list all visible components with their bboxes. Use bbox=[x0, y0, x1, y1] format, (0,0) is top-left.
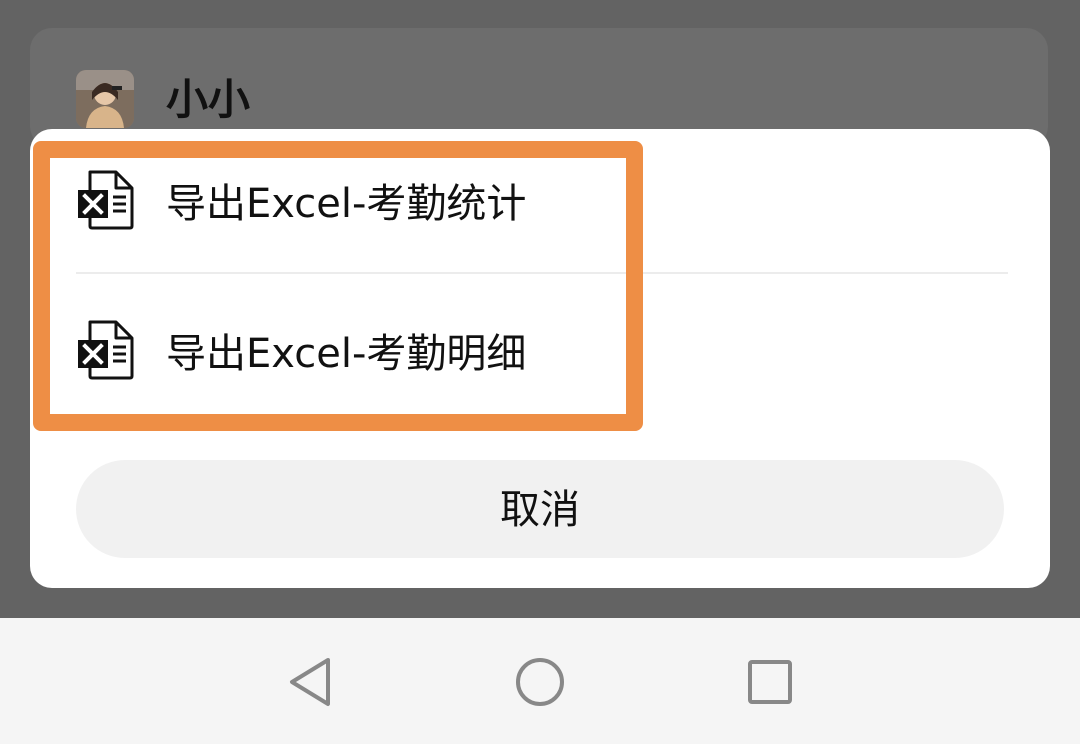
highlight-box bbox=[33, 141, 643, 431]
user-name: 小小 bbox=[166, 75, 251, 124]
back-icon[interactable] bbox=[282, 654, 338, 710]
cancel-label: 取消 bbox=[500, 487, 580, 533]
home-icon[interactable] bbox=[512, 654, 568, 710]
system-navigation-bar bbox=[0, 618, 1080, 744]
avatar bbox=[76, 70, 134, 128]
cancel-button[interactable]: 取消 bbox=[76, 460, 1004, 558]
recent-apps-icon[interactable] bbox=[742, 654, 798, 710]
